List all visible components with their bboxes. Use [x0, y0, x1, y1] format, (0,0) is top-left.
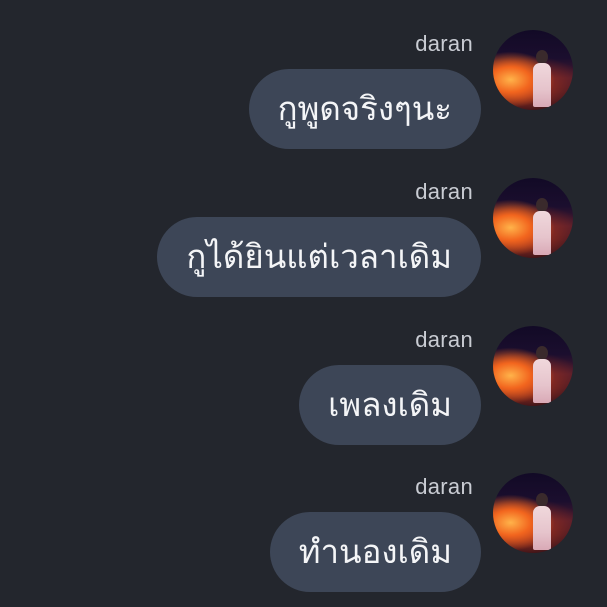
- message-row: daran กูได้ยินแต่เวลาเดิม: [0, 148, 607, 297]
- avatar-figure-torso: [533, 211, 551, 255]
- avatar-figure-torso: [533, 63, 551, 107]
- avatar-figure-head: [536, 50, 548, 64]
- message-bubble[interactable]: กูได้ยินแต่เวลาเดิม: [157, 217, 481, 297]
- message-row: daran เพลงเดิม: [0, 296, 607, 445]
- avatar[interactable]: [493, 178, 573, 258]
- sender-name: daran: [415, 474, 473, 499]
- message-row: daran กูพูดจริงๆนะ: [0, 0, 607, 149]
- avatar-figure-torso: [533, 359, 551, 403]
- sender-name: daran: [415, 179, 473, 204]
- avatar[interactable]: [493, 30, 573, 110]
- avatar-figure-torso: [533, 506, 551, 550]
- avatar[interactable]: [493, 473, 573, 553]
- sender-name: daran: [415, 327, 473, 352]
- avatar-figure: [533, 493, 551, 553]
- avatar[interactable]: [493, 326, 573, 406]
- message-bubble[interactable]: เพลงเดิม: [299, 365, 481, 445]
- avatar-figure-head: [536, 198, 548, 212]
- avatar-figure-head: [536, 493, 548, 507]
- avatar-figure: [533, 346, 551, 406]
- avatar-figure-head: [536, 346, 548, 360]
- message-bubble[interactable]: ทำนองเดิม: [269, 512, 481, 592]
- avatar-figure: [533, 50, 551, 110]
- sender-name: daran: [415, 31, 473, 56]
- message-bubble[interactable]: กูพูดจริงๆนะ: [248, 69, 481, 149]
- avatar-figure: [533, 198, 551, 258]
- chat-thread: daran กูพูดจริงๆนะ daran กูได้ยินแต่เวลา…: [0, 0, 607, 607]
- message-row: daran ทำนองเดิม: [0, 443, 607, 592]
